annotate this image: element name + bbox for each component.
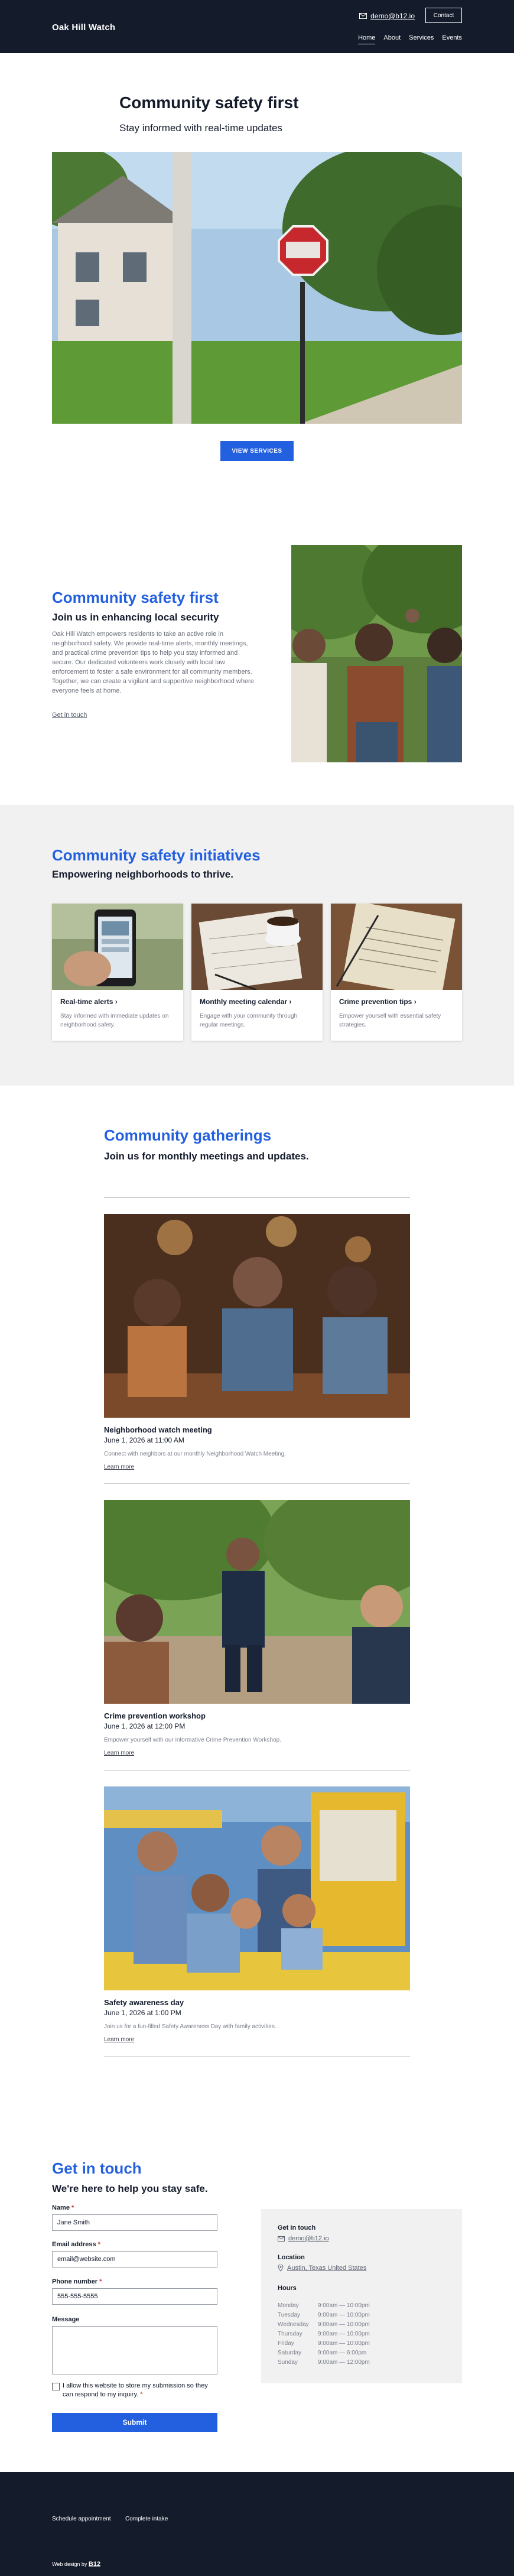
event-learn-more-link[interactable]: Learn more xyxy=(104,2036,134,2043)
card-image-notebook xyxy=(331,904,462,990)
submit-button[interactable]: Submit xyxy=(52,2413,217,2432)
initiatives-title: Community safety initiatives xyxy=(52,846,261,864)
message-label: Message xyxy=(52,2316,80,2323)
about-subtitle: Join us in enhancing local security xyxy=(52,612,219,623)
mail-icon xyxy=(359,13,367,19)
card-title: Crime prevention tips › xyxy=(339,998,417,1006)
card-title: Real-time alerts › xyxy=(60,998,118,1006)
consent-text: I allow this website to store my submiss… xyxy=(63,2382,208,2398)
event-title: Neighborhood watch meeting xyxy=(104,1425,212,1434)
contact-info-panel: Get in touch demo@b12.io Location Austin… xyxy=(261,2209,462,2383)
about-title: Community safety first xyxy=(52,589,219,606)
about-get-in-touch-link[interactable]: Get in touch xyxy=(52,710,87,720)
about-image xyxy=(291,545,462,762)
initiatives-subtitle: Empowering neighborhoods to thrive. xyxy=(52,869,233,880)
events-subtitle: Join us for monthly meetings and updates… xyxy=(104,1151,309,1162)
name-label: Name * xyxy=(52,2204,74,2211)
message-field[interactable] xyxy=(52,2326,217,2374)
hours-row: Sunday 9:00am — 12:00pm xyxy=(278,2359,370,2366)
chevron-right-icon: › xyxy=(289,998,292,1006)
event-date: June 1, 2026 at 1:00 PM xyxy=(104,2009,181,2017)
event-title: Safety awareness day xyxy=(104,1998,184,2007)
header-email-link[interactable]: demo@b12.io xyxy=(359,12,415,20)
footer-intake-link[interactable]: Complete intake xyxy=(125,2516,168,2522)
card-image-phone xyxy=(52,904,183,990)
card-description: Stay informed with immediate updates on … xyxy=(60,1013,169,1028)
card-description: Empower yourself with essential safety s… xyxy=(339,1013,441,1028)
footer-schedule-link[interactable]: Schedule appointment xyxy=(52,2516,111,2522)
info-heading: Get in touch xyxy=(278,2224,316,2231)
hero-subtitle: Stay informed with real-time updates xyxy=(119,122,282,134)
event-learn-more-link[interactable]: Learn more xyxy=(104,1750,134,1756)
chevron-right-icon: › xyxy=(414,998,417,1006)
events-divider xyxy=(104,2056,410,2057)
location-heading: Location xyxy=(278,2254,305,2261)
event-description: Empower yourself with our informative Cr… xyxy=(104,1737,281,1743)
hours-row: Monday 9:00am — 10:00pm xyxy=(278,2302,370,2309)
initiative-card-tips[interactable]: Crime prevention tips › Empower yourself… xyxy=(331,904,462,1041)
phone-label: Phone number * xyxy=(52,2278,102,2285)
consent-checkbox[interactable] xyxy=(52,2383,60,2390)
hours-row: Thursday 9:00am — 10:00pm xyxy=(278,2330,370,2337)
event-date: June 1, 2026 at 12:00 PM xyxy=(104,1722,186,1730)
hours-row: Wednesday 9:00am — 10:00pm xyxy=(278,2321,370,2328)
nav-services[interactable]: Services xyxy=(409,34,434,44)
hours-list: Monday 9:00am — 10:00pm Tuesday 9:00am — 1… xyxy=(278,2301,383,2367)
initiative-card-calendar[interactable]: Monthly meeting calendar › Engage with y… xyxy=(191,904,323,1041)
card-title: Monthly meeting calendar › xyxy=(200,998,292,1006)
contact-button[interactable]: Contact xyxy=(425,8,462,23)
event-learn-more-link[interactable]: Learn more xyxy=(104,1464,134,1470)
site-footer: Schedule appointment Complete intake Web… xyxy=(0,2472,514,2576)
events-title: Community gatherings xyxy=(104,1126,272,1144)
event-description: Connect with neighbors at our monthly Ne… xyxy=(104,1451,287,1457)
view-services-button[interactable]: VIEW SERVICES xyxy=(220,441,294,461)
nav-home[interactable]: Home xyxy=(358,34,376,44)
event-description: Join us for a fun-filled Safety Awarenes… xyxy=(104,2023,276,2030)
location-link[interactable]: Austin, Texas United States xyxy=(278,2265,366,2272)
main-nav: Home About Services Events xyxy=(358,34,462,44)
info-email-link[interactable]: demo@b12.io xyxy=(278,2235,329,2242)
event-title: Crime prevention workshop xyxy=(104,1711,206,1720)
contact-title: Get in touch xyxy=(52,2159,142,2177)
initiative-card-alerts[interactable]: Real-time alerts › Stay informed with im… xyxy=(52,904,183,1041)
mail-icon xyxy=(278,2236,285,2242)
events-divider xyxy=(104,1197,410,1198)
event-image-fair xyxy=(104,1786,410,1990)
site-brand[interactable]: Oak Hill Watch xyxy=(52,22,115,33)
hero-image xyxy=(52,152,462,424)
email-label: Email address * xyxy=(52,2241,100,2248)
events-divider xyxy=(104,1483,410,1484)
header-email-text: demo@b12.io xyxy=(370,12,415,20)
hours-row: Tuesday 9:00am — 10:00pm xyxy=(278,2311,370,2318)
contact-subtitle: We're here to help you stay safe. xyxy=(52,2183,208,2194)
nav-events[interactable]: Events xyxy=(442,34,462,44)
email-field[interactable]: email@website.com xyxy=(52,2251,217,2268)
phone-field[interactable]: 555-555-5555 xyxy=(52,2288,217,2305)
map-pin-icon xyxy=(278,2265,284,2272)
event-image-meeting xyxy=(104,1214,410,1418)
nav-about[interactable]: About xyxy=(383,34,401,44)
hours-row: Saturday 9:00am — 6:00pm xyxy=(278,2349,367,2356)
chevron-right-icon: › xyxy=(115,998,118,1006)
events-divider xyxy=(104,1770,410,1771)
hero-title: Community safety first xyxy=(119,93,299,112)
name-field[interactable]: Jane Smith xyxy=(52,2214,217,2231)
card-description: Engage with your community through regul… xyxy=(200,1013,298,1028)
event-image-workshop xyxy=(104,1500,410,1704)
about-body: Oak Hill Watch empowers residents to tak… xyxy=(52,631,254,694)
hours-row: Friday 9:00am — 10:00pm xyxy=(278,2340,370,2347)
card-image-calendar xyxy=(191,904,323,990)
hours-heading: Hours xyxy=(278,2285,297,2292)
footer-credit[interactable]: Web design by B12 xyxy=(52,2561,100,2568)
event-date: June 1, 2026 at 11:00 AM xyxy=(104,1436,184,1444)
site-header: Oak Hill Watch demo@b12.io Contact Home … xyxy=(0,0,514,53)
